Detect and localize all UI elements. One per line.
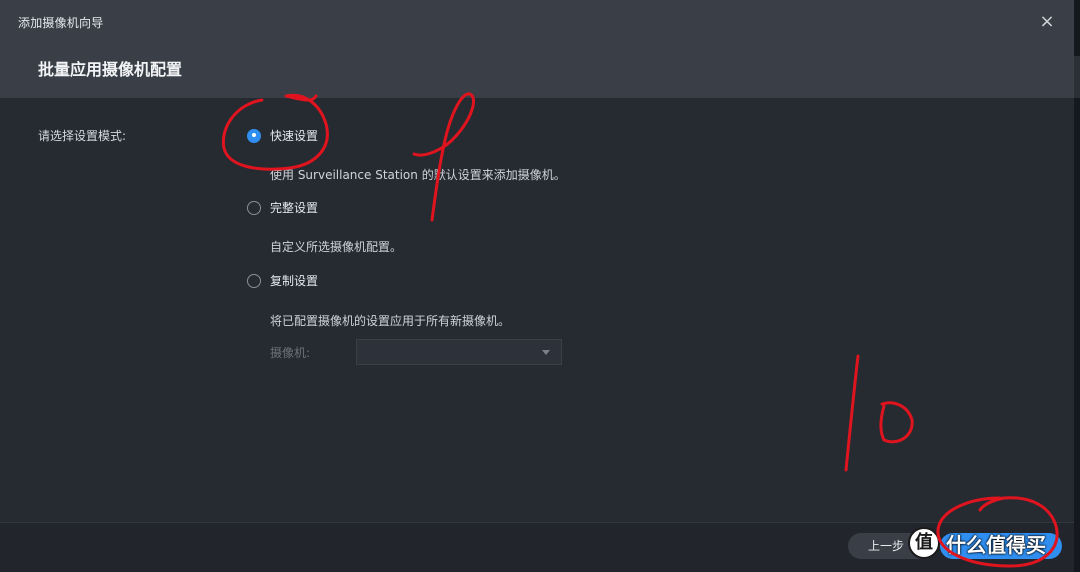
camera-select[interactable] [356,339,562,365]
camera-select-label: 摄像机: [270,346,311,360]
radio-label: 完整设置 [270,201,319,215]
watermark-logo-icon: 值 [908,527,940,559]
option-description: 自定义所选摄像机配置。 [270,240,403,254]
radio-full-setup[interactable]: 完整设置 [247,199,318,216]
radio-button-icon[interactable] [247,200,261,215]
watermark: 值 什么值得买 [908,527,1046,559]
mode-label: 请选择设置模式: [38,129,127,143]
watermark-text: 什么值得买 [946,532,1046,557]
radio-button-icon[interactable] [247,273,261,288]
radio-quick-setup[interactable]: 快速设置 [247,127,318,144]
wizard-header: 添加摄像机向导 × 批量应用摄像机配置 [0,0,1080,98]
wizard-body [0,98,1074,522]
window-edge [1074,0,1080,572]
radio-label: 复制设置 [270,274,319,288]
chevron-down-icon [542,350,550,355]
close-icon[interactable]: × [1037,12,1057,32]
page-title: 批量应用摄像机配置 [38,60,183,79]
radio-label: 快速设置 [270,129,319,143]
option-description: 将已配置摄像机的设置应用于所有新摄像机。 [270,314,511,328]
wizard-window: 添加摄像机向导 × 批量应用摄像机配置 请选择设置模式: 快速设置 使用 Sur… [0,0,1080,572]
option-description: 使用 Surveillance Station 的默认设置来添加摄像机。 [270,168,566,182]
watermark-logo-char: 值 [915,532,933,553]
radio-button-checked-icon[interactable] [247,128,261,143]
window-title: 添加摄像机向导 [18,16,104,30]
radio-copy-setup[interactable]: 复制设置 [247,272,318,289]
